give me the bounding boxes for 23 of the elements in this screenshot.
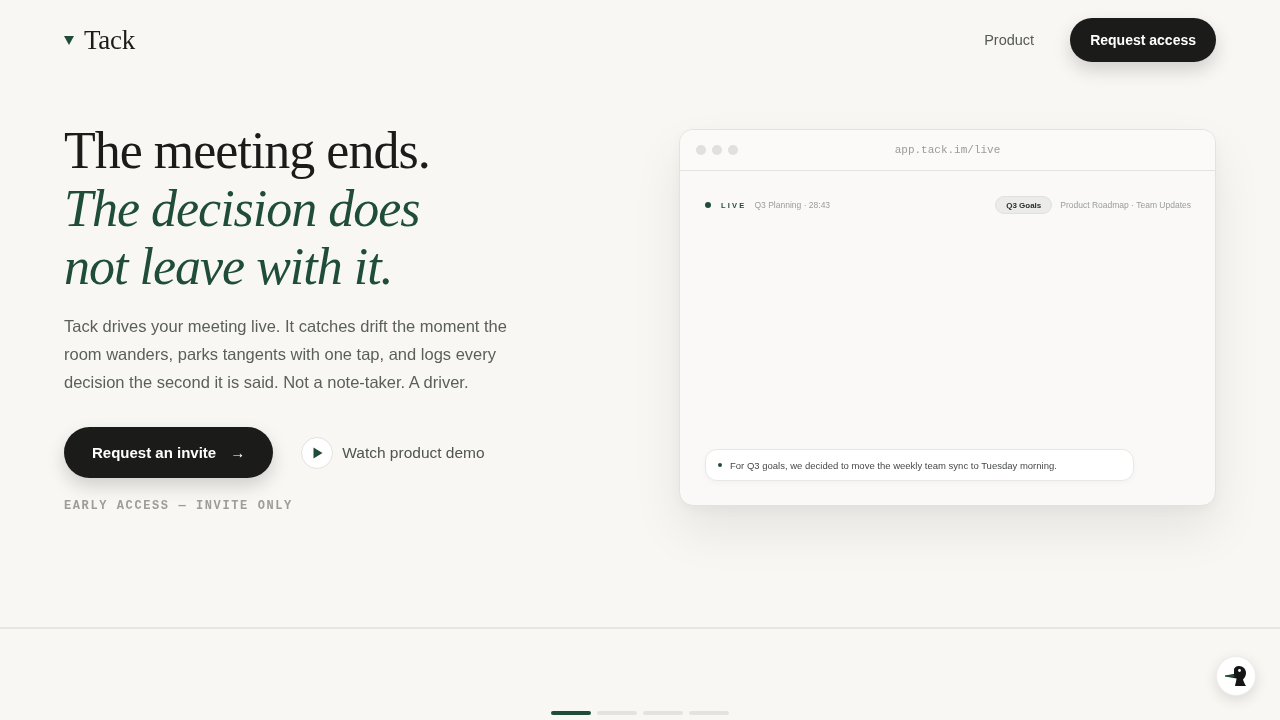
nav-link[interactable]: Product [984,32,1035,48]
hero-description: Tack drives your meeting live. It catches drift the moment the room wanders, parks tangents with one tap, and logs every decision the second it is said. Not a note-taker. A driver. [64,316,508,393]
meeting-info: Q3 Planning · 28:43 [754,200,831,210]
play-icon [301,436,334,469]
triangle-icon [64,35,74,45]
request-access-button[interactable]: Request access [1070,18,1216,62]
duck-button[interactable] [1216,656,1256,696]
request-invite-button[interactable]: Request an invite → [64,427,274,478]
duck-head-icon [1225,666,1247,686]
carousel-indicator[interactable] [551,711,591,715]
window-controls-icon [696,145,738,155]
headline-accent: not leave with it. [64,238,393,296]
headline-accent: The decision does [64,180,420,238]
live-dot-icon [705,202,711,208]
decision-text: For Q3 goals, we decided to move the weekly team sync to Tuesday morning. [730,459,1057,471]
access-note: EARLY ACCESS — INVITE ONLY [64,499,293,513]
upcoming-topics: Product Roadmap · Team Updates [1060,200,1191,210]
watch-demo-button[interactable]: Watch product demo [301,436,485,469]
url-text: app.tack.im/live [894,144,1001,156]
bullet-dot-icon [718,463,722,467]
current-topic-pill: Q3 Goals [995,196,1053,214]
headline: The meeting ends. [64,122,430,180]
logo-text[interactable]: Tack [84,24,135,56]
